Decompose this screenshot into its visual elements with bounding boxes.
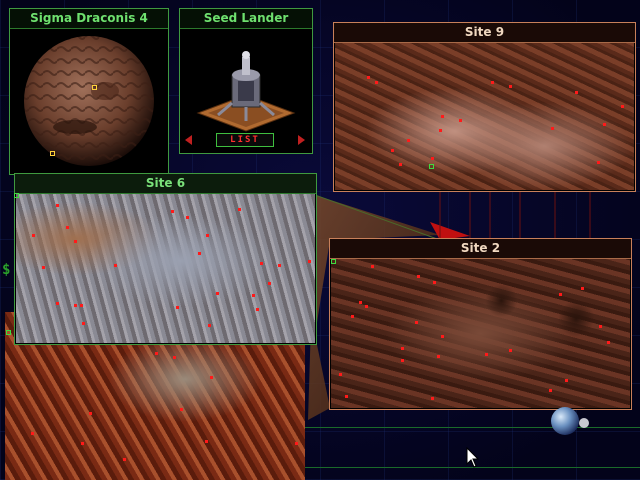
survey-dot <box>260 262 263 265</box>
landing-marker[interactable] <box>14 193 19 198</box>
survey-dot <box>431 397 434 400</box>
survey-dot <box>439 129 442 132</box>
survey-dot <box>180 408 183 411</box>
survey-dot <box>391 149 394 152</box>
survey-dot <box>208 324 211 327</box>
survey-dot <box>256 308 259 311</box>
survey-dot <box>74 240 77 243</box>
lander-title: Seed Lander <box>180 9 312 29</box>
site-2-panel[interactable]: Site 2 <box>329 238 632 410</box>
survey-dot <box>252 294 255 297</box>
list-button[interactable]: LIST <box>216 133 274 147</box>
site-6-panel[interactable]: Site 6 <box>14 173 317 345</box>
site-6-title: Site 6 <box>15 174 316 194</box>
survey-dot <box>238 208 241 211</box>
survey-dot <box>359 301 362 304</box>
survey-dot <box>31 432 34 435</box>
survey-dot <box>186 216 189 219</box>
planet-globe-icon[interactable] <box>15 31 163 171</box>
survey-dot <box>123 458 126 461</box>
survey-dot <box>365 305 368 308</box>
survey-dot <box>80 304 83 307</box>
survey-dot <box>371 265 374 268</box>
survey-dot <box>308 260 311 263</box>
survey-dot <box>198 252 201 255</box>
survey-dot <box>81 442 84 445</box>
landing-marker[interactable] <box>92 85 97 90</box>
survey-dot <box>82 322 85 325</box>
survey-dot <box>407 139 410 142</box>
survey-dot <box>581 287 584 290</box>
survey-dot <box>216 292 219 295</box>
landing-marker[interactable] <box>331 259 336 264</box>
landing-marker[interactable] <box>50 151 55 156</box>
lander-icon <box>196 51 296 132</box>
survey-dot <box>551 127 554 130</box>
landing-marker[interactable] <box>6 330 11 335</box>
survey-dot <box>509 349 512 352</box>
mouse-cursor-icon <box>466 447 480 468</box>
survey-dot <box>459 119 462 122</box>
survey-dot <box>89 412 92 415</box>
survey-dot <box>437 355 440 358</box>
survey-dot <box>42 266 45 269</box>
site-9-title: Site 9 <box>334 23 635 43</box>
site-2-terrain[interactable] <box>331 259 630 408</box>
survey-dot <box>176 306 179 309</box>
survey-dot <box>401 347 404 350</box>
survey-dot <box>74 304 77 307</box>
survey-dot <box>367 76 370 79</box>
site-9-terrain[interactable] <box>335 43 634 190</box>
site-9-panel[interactable]: Site 9 <box>333 22 636 192</box>
prev-arrow-icon[interactable] <box>185 135 192 145</box>
survey-dot <box>206 234 209 237</box>
moon-icon[interactable] <box>548 404 592 438</box>
planet-title: Sigma Draconis 4 <box>10 9 168 29</box>
survey-dot <box>56 302 59 305</box>
survey-dot <box>491 81 494 84</box>
side-marker: $ <box>2 262 11 278</box>
site-6-terrain[interactable] <box>16 194 315 343</box>
survey-dot <box>114 264 117 267</box>
planet-panel: Sigma Draconis 4 <box>9 8 169 175</box>
survey-dot <box>415 321 418 324</box>
survey-dot <box>549 389 552 392</box>
survey-dot <box>509 85 512 88</box>
survey-dot <box>417 275 420 278</box>
survey-dot <box>485 353 488 356</box>
survey-dot <box>401 359 404 362</box>
survey-dot <box>173 356 176 359</box>
survey-dot <box>155 352 158 355</box>
survey-dot <box>210 376 213 379</box>
survey-dot <box>66 226 69 229</box>
survey-dot <box>431 157 434 160</box>
survey-dot <box>56 204 59 207</box>
survey-dot <box>295 442 298 445</box>
survey-dot <box>268 282 271 285</box>
landing-marker[interactable] <box>429 164 434 169</box>
survey-dot <box>559 293 562 296</box>
lander-panel: Seed Lander LIST <box>179 8 313 154</box>
survey-dot <box>375 81 378 84</box>
survey-dot <box>278 264 281 267</box>
survey-dot <box>345 395 348 398</box>
next-arrow-icon[interactable] <box>298 135 305 145</box>
site-2-title: Site 2 <box>330 239 631 259</box>
survey-dot <box>339 373 342 376</box>
survey-dot <box>621 105 624 108</box>
survey-dot <box>399 163 402 166</box>
survey-dot <box>205 440 208 443</box>
survey-dot <box>32 234 35 237</box>
survey-dot <box>597 161 600 164</box>
survey-dot <box>607 341 610 344</box>
survey-dot <box>575 91 578 94</box>
survey-dot <box>441 335 444 338</box>
survey-dot <box>599 325 602 328</box>
survey-dot <box>351 315 354 318</box>
survey-dot <box>171 210 174 213</box>
survey-dot <box>603 123 606 126</box>
survey-dot <box>441 115 444 118</box>
survey-dot <box>433 281 436 284</box>
survey-dot <box>565 379 568 382</box>
